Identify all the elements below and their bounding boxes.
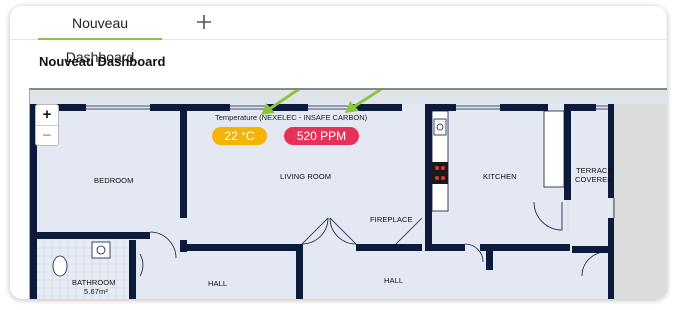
room-label-bedroom: BEDROOM — [94, 176, 134, 185]
zoom-control: + − — [35, 104, 59, 146]
room-label-bathroom: BATHROOM — [72, 278, 116, 287]
temperature-badge[interactable]: 22 °C — [212, 127, 267, 145]
co2-badge[interactable]: 520 PPM — [284, 127, 359, 145]
room-label-fireplace: FIREPLACE — [370, 215, 413, 224]
room-label-kitchen: KITCHEN — [483, 172, 517, 181]
zoom-out-button[interactable]: − — [36, 126, 58, 146]
zoom-in-button[interactable]: + — [36, 105, 58, 126]
add-tab-button[interactable] — [192, 10, 216, 34]
terrace-gray — [612, 104, 667, 299]
page-title: Nouveau Dashboard — [39, 54, 166, 69]
room-label-living-room: LIVING ROOM — [280, 172, 332, 181]
room-label-hall-2: HALL — [384, 276, 404, 285]
tab-bar: Nouveau Dashboard — [10, 6, 667, 65]
sensor-label: Temperature (NEXELEC - INSAFE CARBON) — [215, 113, 368, 122]
room-label-bathroom-area: 5.67m² — [84, 287, 108, 296]
room-label-terrace: TERRACE — [576, 166, 613, 175]
dashboard-card: Nouveau Dashboard Nouveau Dashboard + − … — [10, 6, 667, 299]
plus-icon — [197, 15, 211, 29]
room-label-covered: COVERED — [575, 175, 613, 184]
tab-nouveau-dashboard[interactable]: Nouveau Dashboard — [38, 6, 162, 65]
room-label-hall: HALL — [208, 279, 228, 288]
active-tab-indicator — [38, 38, 162, 40]
